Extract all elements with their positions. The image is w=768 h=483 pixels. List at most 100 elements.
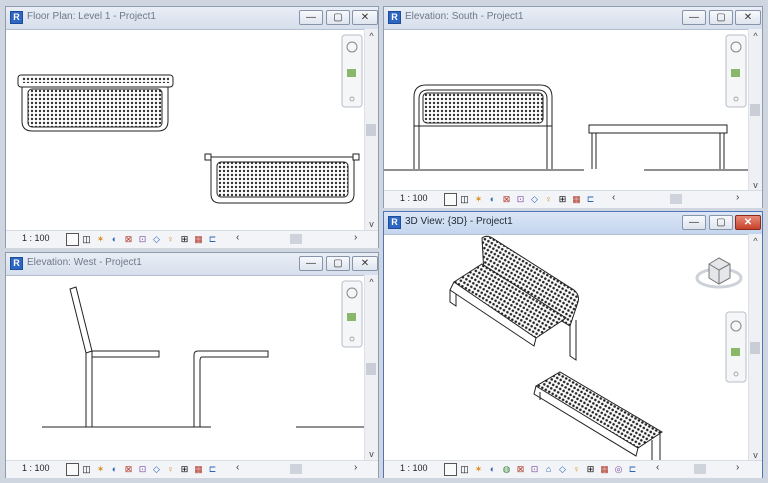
temporary-hide-icon[interactable]: ◇ [556,463,569,476]
scroll-up-arrow[interactable]: ^ [365,277,378,287]
hscroll-thumb[interactable] [694,464,706,474]
view-cube[interactable] [695,257,743,289]
reveal-hidden-icon[interactable]: ♀ [164,463,177,476]
design-options-icon[interactable]: ◎ [612,463,625,476]
minimize-button[interactable]: — [299,10,323,25]
temporary-hide-icon[interactable]: ◇ [528,193,541,206]
restore-button[interactable]: ▢ [326,256,350,271]
crop-view-icon[interactable]: ⊠ [514,463,527,476]
scroll-down-arrow[interactable]: v [749,450,762,460]
analytical-model-icon[interactable]: ▦ [192,463,205,476]
scroll-thumb[interactable] [366,124,376,136]
analytical-model-icon[interactable]: ▦ [192,233,205,246]
navigation-bar[interactable] [725,34,747,108]
sun-path-icon[interactable]: ✶ [472,193,485,206]
elevation-south-window[interactable]: R Elevation: South - Project1 — ▢ ✕ ^ v … [383,6,763,208]
floor-plan-canvas[interactable] [6,29,365,231]
view-scale[interactable]: 1 : 100 [22,233,50,243]
scroll-down-arrow[interactable]: v [365,449,378,459]
scroll-left-arrow[interactable]: ‹ [236,232,239,243]
elevation-south-canvas[interactable] [384,29,749,192]
close-button[interactable]: ✕ [735,10,761,25]
view-scale[interactable]: 1 : 100 [400,193,428,203]
sun-path-icon[interactable]: ✶ [94,233,107,246]
floor-plan-titlebar[interactable]: R Floor Plan: Level 1 - Project1 — ▢ ✕ [6,7,378,30]
shadows-icon[interactable]: ◐ [486,463,499,476]
shadows-icon[interactable]: ◐ [108,233,121,246]
temporary-hide-icon[interactable]: ◇ [150,233,163,246]
analytical-model-icon[interactable]: ▦ [598,463,611,476]
unlock-3d-icon[interactable]: ⌂ [542,463,555,476]
restore-button[interactable]: ▢ [709,215,733,230]
scroll-right-arrow[interactable]: › [354,232,357,243]
scroll-left-arrow[interactable]: ‹ [612,192,615,203]
elevation-west-vscroll[interactable]: ^ v [364,275,378,461]
restore-button[interactable]: ▢ [326,10,350,25]
highlight-displacement-icon[interactable]: ⊏ [206,233,219,246]
scroll-thumb[interactable] [366,363,376,375]
crop-view-icon[interactable]: ⊠ [122,463,135,476]
reveal-hidden-icon[interactable]: ♀ [570,463,583,476]
close-button[interactable]: ✕ [352,10,378,25]
elevation-south-titlebar[interactable]: R Elevation: South - Project1 — ▢ ✕ [384,7,762,30]
3d-view-window[interactable]: R 3D View: {3D} - Project1 — ▢ ✕ ^ v 1:… [383,211,763,478]
floor-plan-vscroll[interactable]: ^ v [364,29,378,231]
elevation-west-window[interactable]: R Elevation: West - Project1 — ▢ ✕ ^ v 1… [5,252,379,478]
scroll-left-arrow[interactable]: ‹ [236,462,239,473]
detail-level-icon[interactable] [444,192,457,206]
scroll-left-arrow[interactable]: ‹ [656,462,659,473]
detail-level-icon[interactable] [66,462,79,476]
minimize-button[interactable]: — [299,256,323,271]
reveal-hidden-icon[interactable]: ♀ [164,233,177,246]
scroll-thumb[interactable] [750,342,760,354]
close-button[interactable]: ✕ [735,215,761,230]
detail-level-icon[interactable] [444,462,457,476]
show-crop-icon[interactable]: ⊡ [136,463,149,476]
detail-level-icon[interactable] [66,232,79,246]
crop-view-icon[interactable]: ⊠ [500,193,513,206]
worksharing-icon[interactable]: ⊞ [556,193,569,206]
worksharing-icon[interactable]: ⊞ [584,463,597,476]
temporary-hide-icon[interactable]: ◇ [150,463,163,476]
visual-style-icon[interactable]: ◫ [458,193,471,206]
shadows-icon[interactable]: ◐ [486,193,499,206]
scroll-down-arrow[interactable]: v [749,180,762,190]
close-button[interactable]: ✕ [352,256,378,271]
elevation-west-canvas[interactable] [6,275,365,461]
analytical-model-icon[interactable]: ▦ [570,193,583,206]
minimize-button[interactable]: — [682,215,706,230]
scroll-up-arrow[interactable]: ^ [749,236,762,246]
show-crop-icon[interactable]: ⊡ [514,193,527,206]
navigation-bar[interactable] [341,34,363,108]
visual-style-icon[interactable]: ◫ [458,463,471,476]
scroll-right-arrow[interactable]: › [736,462,739,473]
navigation-bar[interactable] [725,311,747,383]
sun-path-icon[interactable]: ✶ [94,463,107,476]
view-scale[interactable]: 1 : 100 [400,463,428,473]
3d-view-canvas[interactable] [384,234,749,462]
worksharing-icon[interactable]: ⊞ [178,463,191,476]
worksharing-icon[interactable]: ⊞ [178,233,191,246]
scroll-right-arrow[interactable]: › [354,462,357,473]
visual-style-icon[interactable]: ◫ [80,233,93,246]
3d-view-vscroll[interactable]: ^ v [748,234,762,462]
highlight-displacement-icon[interactable]: ⊏ [626,463,639,476]
minimize-button[interactable]: — [682,10,706,25]
view-scale[interactable]: 1 : 100 [22,463,50,473]
hscroll-thumb[interactable] [290,234,302,244]
visual-style-icon[interactable]: ◫ [80,463,93,476]
render-icon[interactable]: ◍ [500,463,513,476]
restore-button[interactable]: ▢ [709,10,733,25]
scroll-up-arrow[interactable]: ^ [749,31,762,41]
show-crop-icon[interactable]: ⊡ [528,463,541,476]
show-crop-icon[interactable]: ⊡ [136,233,149,246]
crop-view-icon[interactable]: ⊠ [122,233,135,246]
shadows-icon[interactable]: ◐ [108,463,121,476]
scroll-down-arrow[interactable]: v [365,219,378,229]
hscroll-thumb[interactable] [290,464,302,474]
elevation-west-titlebar[interactable]: R Elevation: West - Project1 — ▢ ✕ [6,253,378,276]
scroll-thumb[interactable] [750,104,760,116]
hscroll-thumb[interactable] [670,194,682,204]
3d-view-titlebar[interactable]: R 3D View: {3D} - Project1 — ▢ ✕ [384,212,762,235]
scroll-up-arrow[interactable]: ^ [365,31,378,41]
